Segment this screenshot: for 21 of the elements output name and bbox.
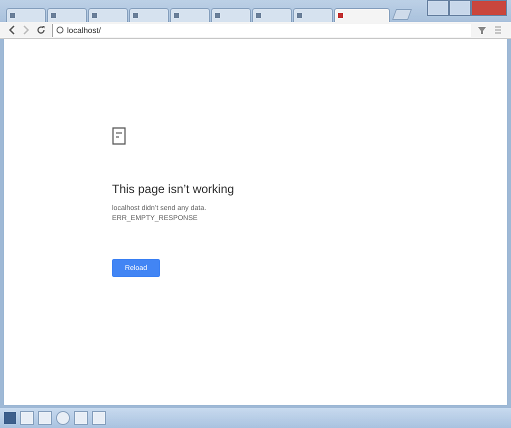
page-icon: [56, 26, 64, 34]
menu-icon[interactable]: [493, 25, 503, 35]
browser-tab[interactable]: [47, 8, 87, 22]
start-button[interactable]: [4, 412, 16, 424]
browser-tab[interactable]: [88, 8, 128, 22]
browser-tab[interactable]: [252, 8, 292, 22]
browser-tab[interactable]: [170, 8, 210, 22]
minimize-button[interactable]: [427, 0, 449, 16]
filter-icon[interactable]: [477, 25, 487, 35]
back-icon[interactable]: [8, 25, 16, 35]
browser-tab[interactable]: [293, 8, 333, 22]
browser-tab[interactable]: [211, 8, 251, 22]
maximize-button[interactable]: [449, 0, 471, 16]
browser-tab[interactable]: [334, 8, 390, 22]
browser-tab[interactable]: [129, 8, 169, 22]
browser-tab[interactable]: [6, 8, 46, 22]
new-tab-button[interactable]: [392, 9, 412, 20]
reload-icon[interactable]: [36, 25, 46, 35]
forward-icon[interactable]: [22, 25, 30, 35]
error-heading: This page isn’t working: [112, 182, 234, 196]
address-bar[interactable]: localhost/: [52, 24, 471, 36]
